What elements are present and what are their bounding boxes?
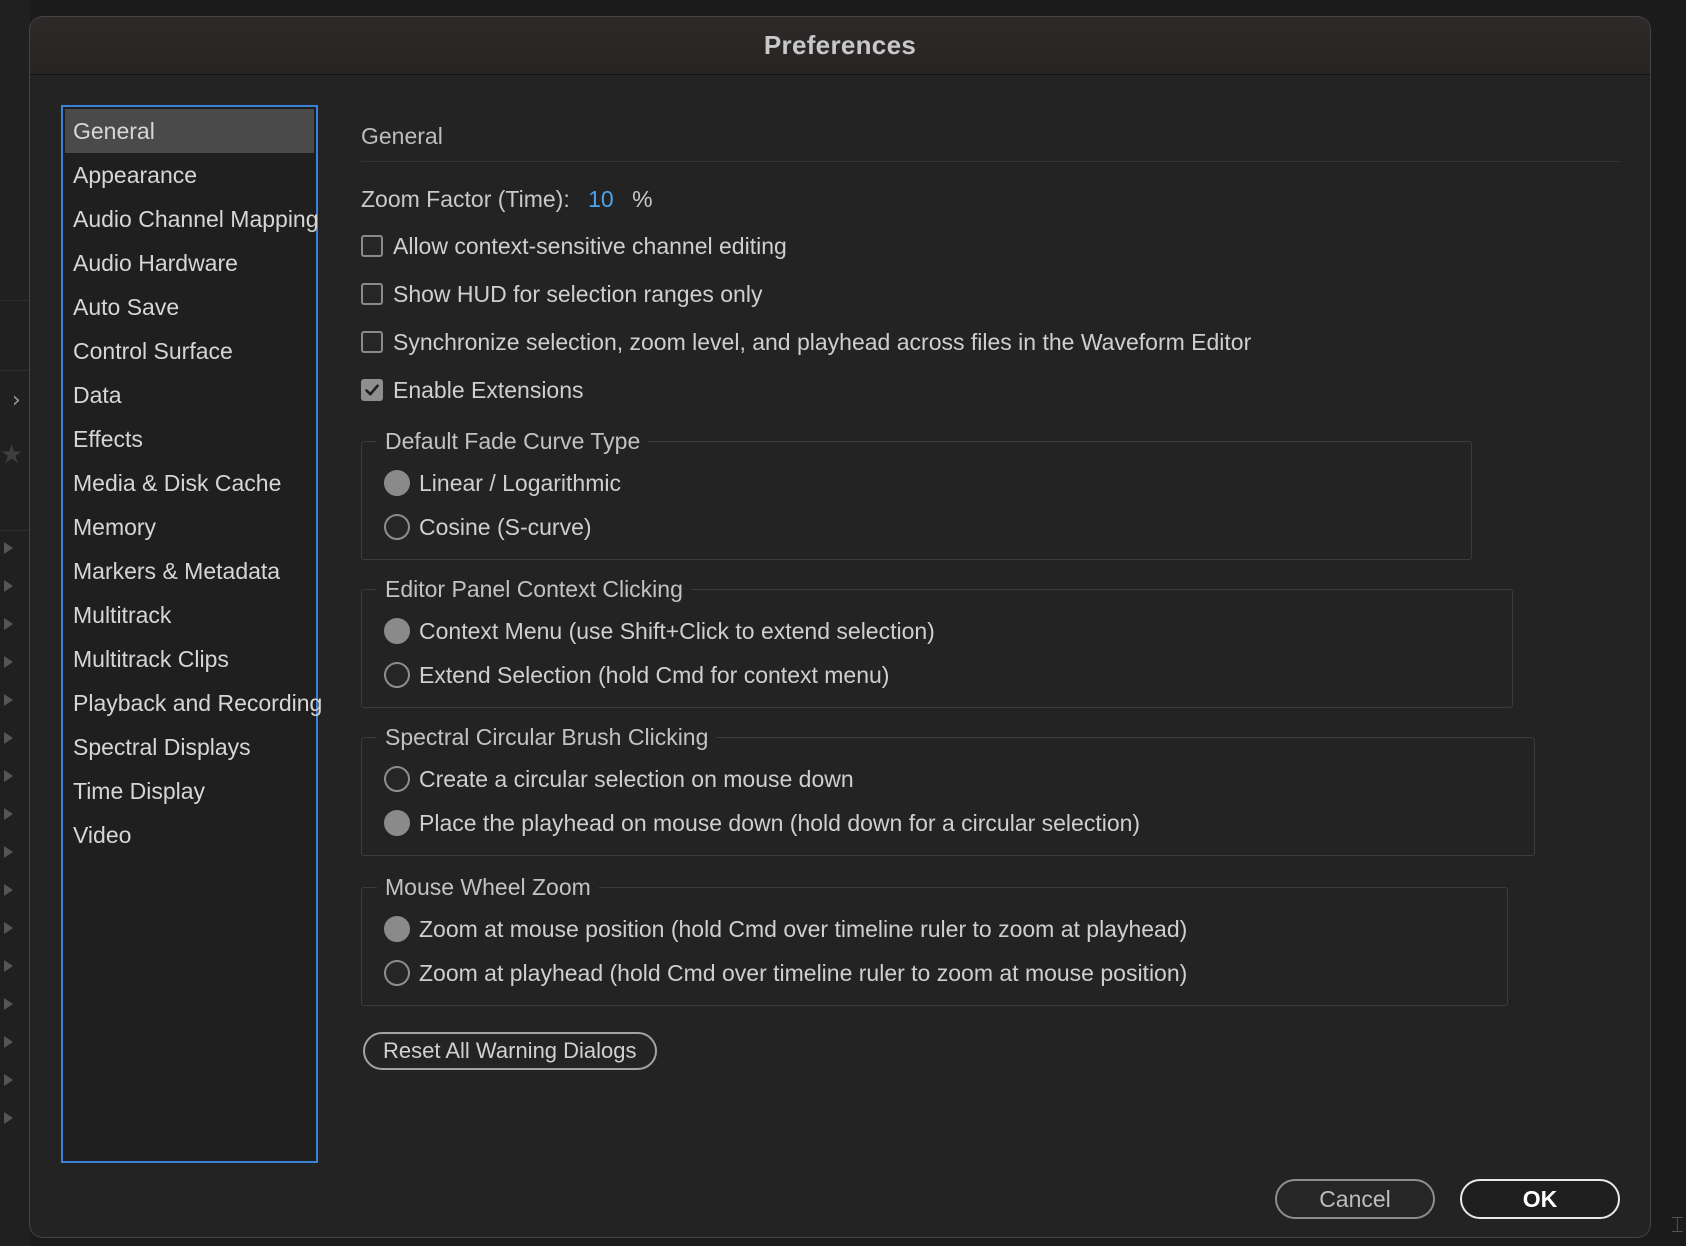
disclosure-arrow-icon[interactable]: [4, 656, 13, 668]
section-heading: General: [361, 119, 1620, 162]
checkbox-show-hud[interactable]: Show HUD for selection ranges only: [361, 270, 1620, 318]
disclosure-arrow-icon[interactable]: [4, 1112, 13, 1124]
checkbox-enable-extensions[interactable]: Enable Extensions: [361, 366, 1620, 414]
sidebar-item-media-disk-cache[interactable]: Media & Disk Cache: [63, 461, 316, 505]
wheel-zoom-group: Mouse Wheel Zoom Zoom at mouse position …: [361, 874, 1508, 1006]
checkbox-context-sensitive-editing[interactable]: Allow context-sensitive channel editing: [361, 222, 1620, 270]
radio-button-selected[interactable]: [384, 470, 410, 496]
group-legend: Default Fade Curve Type: [385, 428, 641, 454]
disclosure-arrow-icon[interactable]: [4, 1074, 13, 1086]
disclosure-arrow-icon[interactable]: [4, 732, 13, 744]
radio-button-selected[interactable]: [384, 916, 410, 942]
sidebar-item-audio-channel-mapping[interactable]: Audio Channel Mapping: [63, 197, 319, 241]
disclosure-arrow-icon[interactable]: [4, 542, 13, 554]
radio-linear-logarithmic[interactable]: Linear / Logarithmic: [384, 461, 1451, 505]
radio-cosine[interactable]: Cosine (S-curve): [384, 505, 1451, 549]
sidebar-item-effects[interactable]: Effects: [63, 417, 316, 461]
chevron-right-icon[interactable]: ›: [12, 388, 21, 413]
group-legend: Mouse Wheel Zoom: [385, 874, 591, 900]
context-clicking-group: Editor Panel Context Clicking Context Me…: [361, 576, 1513, 708]
radio-button[interactable]: [384, 960, 410, 986]
brush-clicking-group: Spectral Circular Brush Clicking Create …: [361, 724, 1535, 856]
disclosure-arrow-icon[interactable]: [4, 694, 13, 706]
sidebar-item-spectral-displays[interactable]: Spectral Displays: [63, 725, 316, 769]
sidebar-item-multitrack-clips[interactable]: Multitrack Clips: [63, 637, 316, 681]
radio-zoom-playhead[interactable]: Zoom at playhead (hold Cmd over timeline…: [384, 951, 1487, 995]
radio-label: Linear / Logarithmic: [419, 469, 621, 496]
disclosure-arrow-icon[interactable]: [4, 922, 13, 934]
sidebar-item-auto-save[interactable]: Auto Save: [63, 285, 316, 329]
general-settings-panel: General Zoom Factor (Time): 10 % Allow c…: [361, 105, 1620, 1070]
sidebar-item-data[interactable]: Data: [63, 373, 316, 417]
group-legend: Editor Panel Context Clicking: [385, 576, 683, 602]
radio-button[interactable]: [384, 662, 410, 688]
disclosure-arrow-icon[interactable]: [4, 580, 13, 592]
zoom-factor-unit: %: [632, 186, 653, 212]
radio-label: Extend Selection (hold Cmd for context m…: [419, 661, 890, 688]
star-icon: ★: [0, 440, 24, 470]
checkbox[interactable]: [361, 283, 383, 305]
sidebar-item-memory[interactable]: Memory: [63, 505, 316, 549]
sidebar-item-general[interactable]: General: [65, 109, 314, 153]
disclosure-arrow-icon[interactable]: [4, 808, 13, 820]
zoom-factor-row: Zoom Factor (Time): 10 %: [361, 182, 1620, 216]
checkbox-checked[interactable]: [361, 379, 383, 401]
radio-label: Zoom at mouse position (hold Cmd over ti…: [419, 915, 1188, 942]
zoom-factor-label: Zoom Factor (Time):: [361, 186, 570, 212]
dialog-title: Preferences: [763, 30, 917, 60]
zoom-factor-value[interactable]: 10: [588, 186, 614, 212]
radio-context-menu[interactable]: Context Menu (use Shift+Click to extend …: [384, 609, 1492, 653]
checkbox-label: Enable Extensions: [393, 376, 584, 403]
sidebar-item-appearance[interactable]: Appearance: [63, 153, 316, 197]
disclosure-arrow-icon[interactable]: [4, 884, 13, 896]
checkmark-icon: [365, 384, 379, 396]
sidebar-item-multitrack[interactable]: Multitrack: [63, 593, 316, 637]
checkbox[interactable]: [361, 331, 383, 353]
sidebar-item-video[interactable]: Video: [63, 813, 316, 857]
sidebar-item-audio-hardware[interactable]: Audio Hardware: [63, 241, 316, 285]
radio-label: Place the playhead on mouse down (hold d…: [419, 809, 1141, 836]
radio-button[interactable]: [384, 766, 410, 792]
radio-button-selected[interactable]: [384, 810, 410, 836]
category-list[interactable]: General Appearance Audio Channel Mapping…: [61, 105, 322, 1163]
checkbox-synchronize-selection[interactable]: Synchronize selection, zoom level, and p…: [361, 318, 1620, 366]
radio-button-selected[interactable]: [384, 618, 410, 644]
ok-button[interactable]: OK: [1460, 1179, 1620, 1219]
checkbox-label: Allow context-sensitive channel editing: [393, 232, 787, 259]
radio-label: Zoom at playhead (hold Cmd over timeline…: [419, 959, 1188, 986]
radio-label: Context Menu (use Shift+Click to extend …: [419, 617, 935, 644]
reset-warning-dialogs-button[interactable]: Reset All Warning Dialogs: [363, 1032, 657, 1070]
group-legend: Spectral Circular Brush Clicking: [385, 724, 709, 750]
checkbox-label: Show HUD for selection ranges only: [393, 280, 763, 307]
disclosure-arrow-icon[interactable]: [4, 960, 13, 972]
sidebar-item-control-surface[interactable]: Control Surface: [63, 329, 316, 373]
sidebar-item-playback-recording[interactable]: Playback and Recording: [63, 681, 322, 725]
checkbox[interactable]: [361, 235, 383, 257]
disclosure-arrow-icon[interactable]: [4, 998, 13, 1010]
radio-circular-selection[interactable]: Create a circular selection on mouse dow…: [384, 757, 1514, 801]
disclosure-arrow-icon[interactable]: [4, 770, 13, 782]
disclosure-arrow-icon[interactable]: [4, 846, 13, 858]
radio-button[interactable]: [384, 514, 410, 540]
background-app-strip: › ★: [0, 0, 30, 1246]
disclosure-arrow-icon[interactable]: [4, 1036, 13, 1048]
fade-curve-group: Default Fade Curve Type Linear / Logarit…: [361, 428, 1472, 560]
radio-zoom-mouse-position[interactable]: Zoom at mouse position (hold Cmd over ti…: [384, 907, 1487, 951]
dialog-titlebar[interactable]: Preferences: [30, 17, 1650, 75]
resize-cursor-icon: ⌶: [1670, 1213, 1684, 1238]
sidebar-item-time-display[interactable]: Time Display: [63, 769, 316, 813]
radio-extend-selection[interactable]: Extend Selection (hold Cmd for context m…: [384, 653, 1492, 697]
sidebar-item-markers-metadata[interactable]: Markers & Metadata: [63, 549, 316, 593]
radio-label: Create a circular selection on mouse dow…: [419, 765, 854, 792]
preferences-dialog: Preferences General Appearance Audio Cha…: [29, 16, 1651, 1238]
radio-label: Cosine (S-curve): [419, 513, 592, 540]
disclosure-arrow-icon[interactable]: [4, 618, 13, 630]
cancel-button[interactable]: Cancel: [1275, 1179, 1435, 1219]
radio-place-playhead[interactable]: Place the playhead on mouse down (hold d…: [384, 801, 1514, 845]
checkbox-label: Synchronize selection, zoom level, and p…: [393, 328, 1252, 355]
